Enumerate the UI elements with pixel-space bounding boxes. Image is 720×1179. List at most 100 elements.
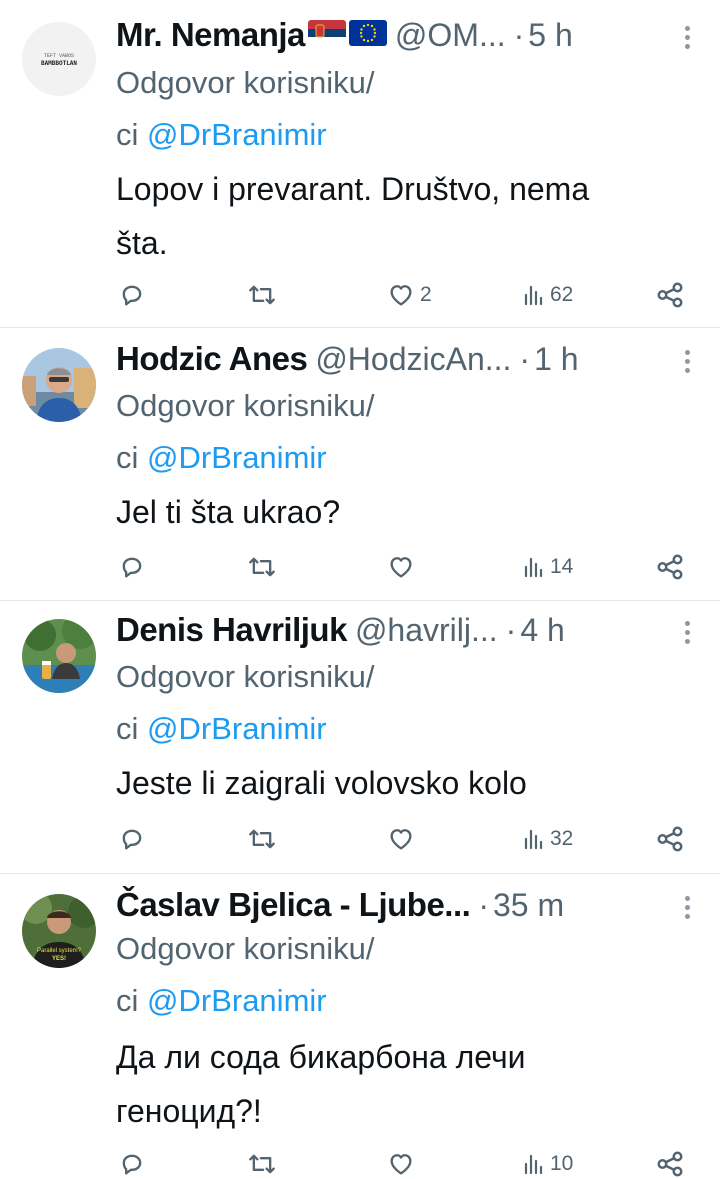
separator-dot: · [478,887,489,923]
separator-dot: · [519,341,531,377]
tweet-text: Jeste li zaigrali volovsko kolo [116,756,692,810]
reply-label: ci [116,440,139,475]
tweet[interactable]: Parallel system? YES! Časlav Bjelica - L… [0,874,720,1179]
retweet-button[interactable] [246,278,278,312]
action-bar: 14 [0,550,720,584]
like-button[interactable] [386,1147,416,1179]
timestamp[interactable]: 5 h [528,17,572,54]
avatar[interactable] [22,348,96,422]
reply-label: Odgovor korisniku/ [116,659,375,694]
views-icon [524,1154,543,1175]
tweet-text-line: Да ли сода бикарбона лечи [116,1039,526,1075]
timestamp[interactable]: 1 h [534,341,578,378]
heart-icon [390,1154,412,1175]
like-button[interactable] [386,822,416,856]
more-icon[interactable] [682,621,692,649]
share-icon [657,1151,683,1177]
reply-context: Odgovor korisniku/ [116,650,374,704]
timestamp[interactable]: 35 m [493,887,564,924]
retweet-icon [249,557,275,577]
author-name[interactable]: Časlav Bjelica - Ljube... [116,886,471,924]
author-name[interactable]: Denis Havriljuk [116,611,347,649]
avatar-text: Parallel system? [37,948,82,954]
reply-button[interactable] [118,278,146,312]
share-icon [657,554,683,580]
timestamp[interactable]: 4 h [520,612,564,649]
more-icon[interactable] [682,350,692,378]
author-name[interactable]: Mr. Nemanja [116,16,305,54]
heart-icon [390,557,412,578]
tweet[interactable]: Denis Havriljuk @havrilj... · 4 h Odgovo… [0,601,720,874]
reply-context: Odgovor korisniku/ [116,379,374,433]
reply-context: ci @DrBranimir [116,431,327,485]
author-handle[interactable]: @havrilj... [355,612,498,649]
reply-context: Odgovor korisniku/ [116,56,374,110]
tweet[interactable]: TEFT VABOS BAMBBOTLAN Mr. Nemanja @OM...… [0,0,720,328]
author-handle[interactable]: @OM... [395,17,506,54]
more-icon[interactable] [682,26,692,54]
retweet-icon [249,1154,275,1174]
views-button[interactable]: 14 [522,550,573,584]
mention-link[interactable]: @DrBranimir [147,440,327,475]
share-button[interactable] [655,822,685,856]
tweet-text-line: Jeste li zaigrali volovsko kolo [116,765,527,801]
tweet-text-line: šta. [116,225,168,261]
like-count: 2 [420,283,432,306]
serbia-flag-icon [307,20,346,46]
like-button[interactable] [386,550,416,584]
views-icon [524,285,543,306]
separator-dot: · [513,17,525,53]
tweet-header: Časlav Bjelica - Ljube... · 35 m [116,886,690,926]
reply-icon [122,1154,142,1175]
author-name[interactable]: Hodzic Anes [116,340,308,378]
avatar-text: TEFT VABOS [44,53,74,59]
tweet-header: Mr. Nemanja @OM... · 5 h [116,16,690,56]
eu-flag-icon [348,20,387,46]
mention-link[interactable]: @DrBranimir [147,711,327,746]
reply-button[interactable] [118,1147,146,1179]
reply-context: Odgovor korisniku/ [116,922,374,976]
retweet-icon [249,829,275,849]
tweet-text: Jel ti šta ukrao? [116,485,692,539]
reply-icon [122,557,142,578]
avatar[interactable]: TEFT VABOS BAMBBOTLAN [22,22,96,96]
reply-icon [122,285,142,306]
view-count: 14 [550,555,574,578]
reply-context: ci @DrBranimir [116,108,327,162]
retweet-button[interactable] [246,550,278,584]
retweet-button[interactable] [246,1147,278,1179]
like-button[interactable]: 2 [386,278,432,312]
reply-label: ci [116,117,139,152]
share-button[interactable] [655,1147,685,1179]
reply-label: Odgovor korisniku/ [116,931,375,966]
views-button[interactable]: 32 [522,822,573,856]
mention-link[interactable]: @DrBranimir [147,983,327,1018]
tweet-text: Lopov i prevarant. Društvo, nema šta. [116,162,692,270]
views-button[interactable]: 62 [522,278,573,312]
tweet-header: Hodzic Anes @HodzicAn... · 1 h [116,340,690,380]
mention-link[interactable]: @DrBranimir [147,117,327,152]
author-handle[interactable]: @HodzicAn... [315,341,511,378]
share-button[interactable] [655,278,685,312]
reply-label: ci [116,983,139,1018]
reply-icon [122,829,142,850]
reply-button[interactable] [118,822,146,856]
views-button[interactable]: 10 [522,1147,573,1179]
views-icon [524,829,543,850]
action-bar: 10 [0,1147,720,1179]
reply-context: ci @DrBranimir [116,974,327,1028]
avatar[interactable] [22,619,96,693]
heart-icon [390,829,412,850]
reply-label: Odgovor korisniku/ [116,65,375,100]
avatar[interactable]: Parallel system? YES! [22,894,96,968]
tweet-header: Denis Havriljuk @havrilj... · 4 h [116,611,690,651]
retweet-button[interactable] [246,822,278,856]
tweet[interactable]: Hodzic Anes @HodzicAn... · 1 h Odgovor k… [0,328,720,601]
action-bar: 2 62 [0,278,720,312]
more-icon[interactable] [682,896,692,924]
reply-button[interactable] [118,550,146,584]
separator-dot: · [505,612,517,648]
tweet-text: Да ли сода бикарбона лечи геноцид?! [116,1030,692,1138]
share-button[interactable] [655,550,685,584]
tweet-text-line: Lopov i prevarant. Društvo, nema [116,171,590,207]
